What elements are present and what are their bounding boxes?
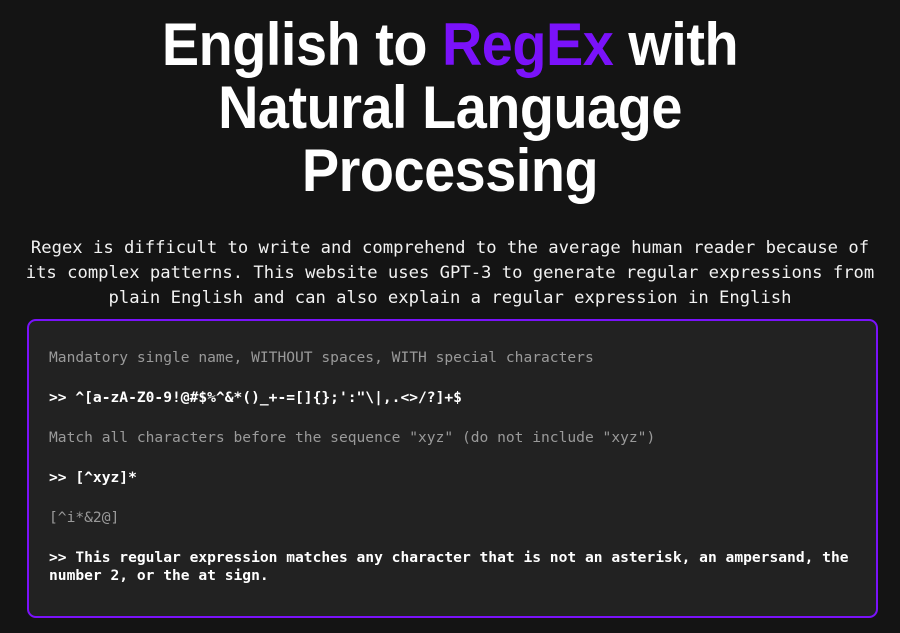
console-prompt-line: Match all characters before the sequence… xyxy=(49,429,656,446)
console-response-line: >> [^xyz]* xyxy=(49,469,137,486)
page-title: English to RegEx with Natural Language P… xyxy=(32,0,869,202)
page-title-accent: RegEx xyxy=(441,11,614,78)
console-response-line: >> This regular expression matches any c… xyxy=(49,549,858,584)
app-page: English to RegEx with Natural Language P… xyxy=(0,0,900,633)
console-output: Mandatory single name, WITHOUT spaces, W… xyxy=(49,349,856,585)
console-prompt-line: [^i*&2@] xyxy=(49,509,120,526)
regex-console-box[interactable]: Mandatory single name, WITHOUT spaces, W… xyxy=(27,319,878,618)
page-description: Regex is difficult to write and comprehe… xyxy=(25,238,875,308)
console-response-line: >> ^[a-zA-Z0-9!@#$%^&*()_+-=[]{};':"\|,.… xyxy=(49,389,462,406)
console-prompt-line: Mandatory single name, WITHOUT spaces, W… xyxy=(49,349,594,366)
page-title-part1: English to xyxy=(161,11,442,78)
